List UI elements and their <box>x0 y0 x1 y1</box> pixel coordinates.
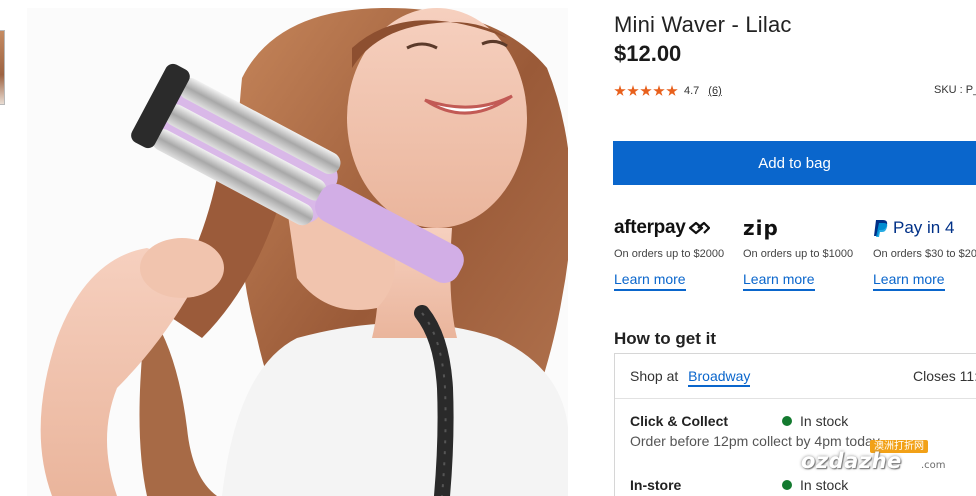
rating-stars <box>614 85 678 97</box>
zip-logo: zip <box>743 216 871 240</box>
payment-option-afterpay: afterpay On orders up to $2000 Learn mor… <box>614 217 742 291</box>
payment-option-paypal: Pay in 4 On orders $30 to $2000 Learn mo… <box>873 217 976 291</box>
zip-description: On orders up to $1000 <box>743 248 854 260</box>
afterpay-description: On orders up to $2000 <box>614 248 725 260</box>
rating-value: 4.7 <box>684 85 700 97</box>
star-icon <box>640 85 652 96</box>
afterpay-logo: afterpay <box>614 217 742 239</box>
afterpay-loop-icon <box>688 221 710 235</box>
star-icon <box>614 85 626 96</box>
store-closing-time: Closes 11: <box>913 368 976 384</box>
payment-option-zip: zip On orders up to $1000 Learn more <box>743 216 871 291</box>
watermark: 澳洲打折网 ozdazhe .com <box>790 440 976 490</box>
in-store-label: In-store <box>630 477 682 493</box>
watermark-suffix: .com <box>921 460 946 471</box>
paypal-pay-in-4-text: Pay in 4 <box>893 218 955 237</box>
product-title: Mini Waver - Lilac <box>614 12 792 37</box>
zip-learn-more-link[interactable]: Learn more <box>743 271 815 291</box>
afterpay-learn-more-link[interactable]: Learn more <box>614 271 686 291</box>
how-to-get-it-heading: How to get it <box>614 329 716 348</box>
divider <box>615 398 976 399</box>
shop-at: Shop at Broadway <box>630 368 751 387</box>
click-collect-label: Click & Collect <box>630 413 729 429</box>
click-collect-stock: In stock <box>782 413 848 429</box>
paypal-description: On orders $30 to $2000 <box>873 248 976 260</box>
paypal-learn-more-link[interactable]: Learn more <box>873 271 945 291</box>
product-sku: SKU : P_ <box>934 84 976 96</box>
store-selector-link[interactable]: Broadway <box>688 368 751 387</box>
paypal-logo: Pay in 4 <box>873 217 976 239</box>
paypal-logo-icon <box>874 219 888 237</box>
add-to-bag-button[interactable]: Add to bag <box>613 141 976 185</box>
star-icon <box>666 85 678 96</box>
watermark-text: ozdazhe <box>801 449 902 473</box>
shop-at-label: Shop at <box>630 368 679 384</box>
product-image[interactable] <box>27 8 568 496</box>
click-collect-status: In stock <box>800 413 849 429</box>
product-rating[interactable]: 4.7 (6) <box>614 83 722 99</box>
product-price: $12.00 <box>614 41 682 66</box>
zip-logo-text: zip <box>743 216 779 240</box>
afterpay-logo-text: afterpay <box>614 217 686 238</box>
in-stock-dot-icon <box>782 416 792 426</box>
star-icon <box>653 85 665 96</box>
star-icon <box>627 85 639 96</box>
product-thumbnail[interactable] <box>0 30 5 105</box>
review-count-link[interactable]: (6) <box>708 85 721 97</box>
